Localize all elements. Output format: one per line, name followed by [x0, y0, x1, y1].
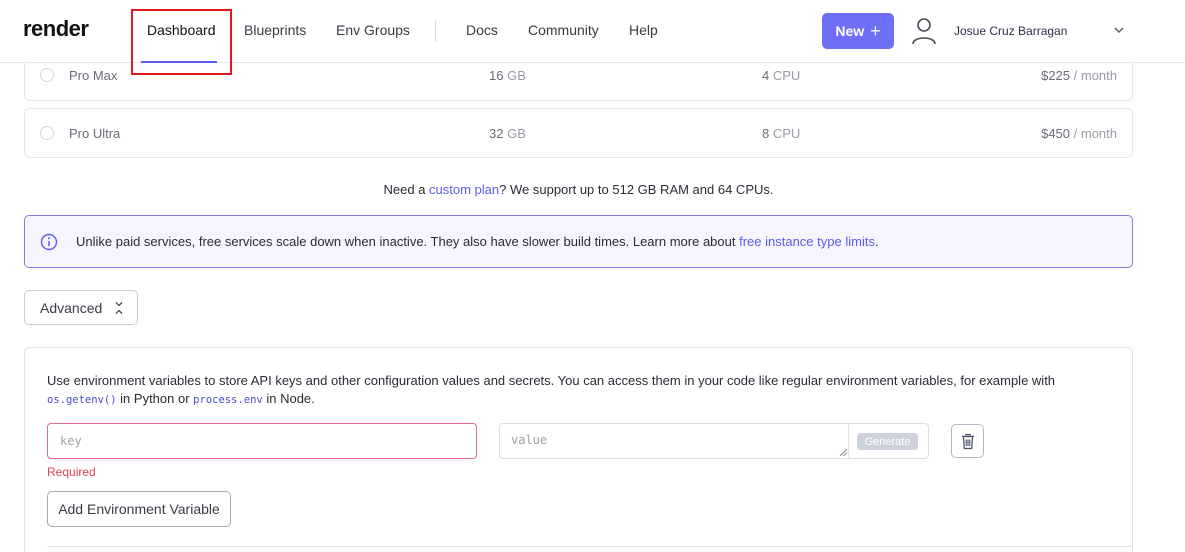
delete-env-button[interactable] — [951, 424, 984, 458]
nav-env-groups[interactable]: Env Groups — [336, 22, 410, 38]
advanced-toggle-button[interactable]: Advanced — [24, 290, 138, 325]
code-process-env: process.env — [193, 394, 263, 406]
render-logo[interactable]: render — [23, 16, 89, 42]
plan-row-pro-ultra[interactable]: Pro Ultra 32 GB 8 CPU $450 / month — [24, 108, 1133, 158]
new-button[interactable]: New + — [822, 13, 894, 49]
plan-name: Pro Max — [69, 68, 118, 83]
env-description: Use environment variables to store API k… — [47, 373, 1056, 406]
trash-icon — [961, 433, 974, 449]
plan-name: Pro Ultra — [69, 126, 121, 141]
collapse-icon — [115, 301, 123, 314]
environment-variables-panel: Use environment variables to store API k… — [24, 347, 1133, 552]
nav-community[interactable]: Community — [528, 22, 599, 38]
resize-grip-icon[interactable] — [839, 448, 848, 457]
advanced-label: Advanced — [40, 299, 103, 316]
generate-button[interactable]: Generate — [857, 433, 918, 450]
plan-radio[interactable] — [40, 126, 54, 140]
free-instance-limits-link[interactable]: free instance type limits — [739, 234, 875, 249]
required-error-text: Required — [47, 465, 96, 479]
info-text: Unlike paid services, free services scal… — [76, 234, 879, 249]
nav-help[interactable]: Help — [629, 22, 658, 38]
info-banner: Unlike paid services, free services scal… — [24, 215, 1133, 268]
info-icon — [40, 233, 58, 251]
env-value-field: Generate — [499, 423, 929, 459]
plan-cpu: 4 CPU — [762, 68, 801, 83]
plan-radio[interactable] — [40, 68, 54, 82]
plan-price: $225 / month — [1041, 68, 1117, 83]
nav-divider — [435, 20, 436, 42]
plus-icon: + — [870, 21, 881, 41]
highlight-annotation-box — [131, 9, 232, 75]
env-value-input[interactable] — [500, 424, 848, 458]
nav-blueprints[interactable]: Blueprints — [244, 22, 306, 38]
new-button-label: New — [835, 23, 865, 39]
custom-plan-link[interactable]: custom plan — [429, 182, 499, 197]
user-avatar-icon[interactable] — [910, 16, 938, 46]
plan-ram: 32 GB — [489, 126, 526, 141]
code-os-getenv: os.getenv() — [47, 394, 117, 406]
panel-divider — [47, 546, 1132, 547]
value-divider — [848, 424, 849, 458]
plan-ram: 16 GB — [489, 68, 526, 83]
chevron-down-icon[interactable] — [1112, 25, 1126, 35]
user-name[interactable]: Josue Cruz Barragan — [954, 24, 1067, 38]
env-key-input[interactable] — [47, 423, 477, 459]
nav-docs[interactable]: Docs — [466, 22, 498, 38]
custom-plan-note: Need a custom plan? We support up to 512… — [383, 182, 774, 197]
plan-cpu: 8 CPU — [762, 126, 801, 141]
add-environment-variable-button[interactable]: Add Environment Variable — [47, 491, 231, 527]
plan-price: $450 / month — [1041, 126, 1117, 141]
